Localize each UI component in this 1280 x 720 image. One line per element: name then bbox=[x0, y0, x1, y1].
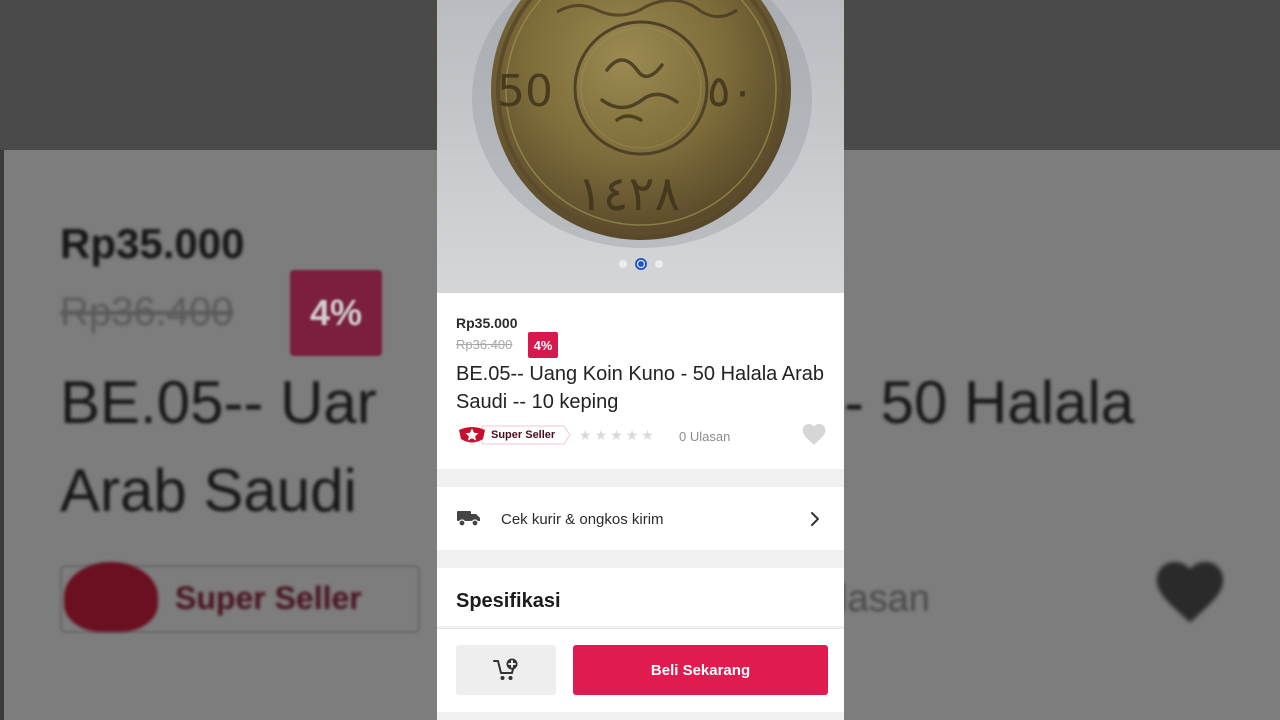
background-right: - 50 Halala lasan bbox=[844, 0, 1280, 720]
carousel-indicator bbox=[437, 258, 844, 270]
shipping-check-row[interactable]: Cek kurir & ongkos kirim bbox=[437, 487, 844, 550]
truck-icon bbox=[457, 511, 480, 527]
product-info: Rp35.000 Rp36.400 4% BE.05-- Uang Koin K… bbox=[437, 293, 844, 469]
bg-reviews-fragment: lasan bbox=[844, 578, 930, 620]
specifications-section: Spesifikasi bbox=[437, 568, 844, 626]
star-icon: ★ bbox=[610, 427, 623, 443]
discount-badge: 4% bbox=[528, 332, 558, 358]
carousel-dot[interactable] bbox=[654, 260, 663, 268]
star-icon: ★ bbox=[579, 427, 592, 443]
carousel-dot-active[interactable] bbox=[634, 258, 647, 270]
buy-now-button[interactable]: Beli Sekarang bbox=[573, 645, 828, 695]
rating-stars: ★ ★ ★ ★ ★ bbox=[579, 427, 654, 443]
bg-title-right: - 50 Halala bbox=[844, 369, 1135, 436]
super-seller-label: Super Seller bbox=[491, 429, 556, 441]
bg-heart-icon bbox=[1156, 561, 1224, 623]
product-image-carousel[interactable]: 50 ٥٠ ١٤٢٨ bbox=[437, 0, 844, 293]
specifications-title: Spesifikasi bbox=[456, 590, 561, 612]
coin-arabic-numeral: ٥٠ bbox=[707, 66, 754, 117]
original-price: Rp36.400 bbox=[456, 337, 513, 352]
product-price: Rp35.000 bbox=[456, 315, 518, 331]
coin-numeral: 50 bbox=[497, 66, 553, 117]
bg-title-line2: Arab Saudi bbox=[60, 457, 357, 524]
star-icon: ★ bbox=[594, 427, 608, 443]
add-to-cart-icon bbox=[493, 658, 518, 680]
add-to-cart-button[interactable] bbox=[456, 645, 556, 695]
bg-title-line1: BE.05-- Uar bbox=[60, 369, 377, 436]
chevron-right-icon bbox=[811, 512, 819, 526]
bg-original-price: Rp36.400 bbox=[60, 290, 234, 334]
background-left: Rp35.000 Rp36.400 4% BE.05-- Uar Arab Sa… bbox=[0, 0, 437, 720]
bg-seller-text: Super Seller bbox=[175, 580, 362, 616]
bottom-action-bar: Beli Sekarang bbox=[437, 628, 844, 712]
product-page: 50 ٥٠ ١٤٢٨ Rp35.000 Rp36.400 4% BE.05-- … bbox=[437, 0, 844, 720]
review-count[interactable]: 0 Ulasan bbox=[679, 429, 730, 444]
heart-icon[interactable] bbox=[801, 422, 827, 446]
carousel-dot[interactable] bbox=[618, 260, 627, 268]
bg-price: Rp35.000 bbox=[60, 220, 245, 267]
bg-super-seller-icon bbox=[64, 562, 158, 632]
bg-discount-badge: 4% bbox=[290, 270, 382, 356]
coin-arabic-year: ١٤٢٨ bbox=[577, 166, 680, 222]
star-icon: ★ bbox=[641, 427, 654, 443]
star-icon: ★ bbox=[625, 427, 639, 443]
coin-photo: 50 ٥٠ ١٤٢٨ bbox=[437, 0, 844, 293]
shipping-check-label: Cek kurir & ongkos kirim bbox=[501, 511, 664, 528]
product-title: BE.05-- Uang Koin Kuno - 50 Halala Arab … bbox=[456, 363, 824, 413]
